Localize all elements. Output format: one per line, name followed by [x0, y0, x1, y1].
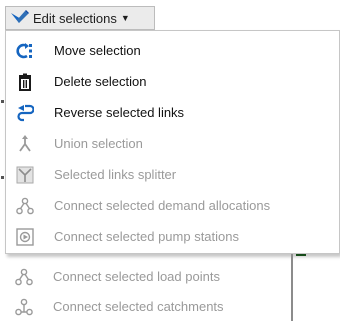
menu-item-move-selection[interactable]: Move selection [6, 35, 339, 66]
background-fragment [1, 176, 4, 179]
edit-selections-button[interactable]: Edit selections ▼ [5, 6, 155, 30]
menu-item-union-selection[interactable]: Union selection [6, 128, 339, 159]
menu-item-connect-load-points[interactable]: Connect selected load points [5, 262, 285, 292]
splitter-icon [16, 166, 34, 184]
connect-nodes-icon [16, 197, 34, 215]
menu-item-connect-catchments[interactable]: Connect selected catchments [5, 292, 285, 321]
menu-item-label: Delete selection [54, 74, 147, 89]
catchment-icon [15, 298, 33, 316]
move-selection-icon [16, 42, 34, 60]
menu-item-label: Selected links splitter [54, 167, 177, 182]
trash-icon [16, 73, 34, 91]
menu-item-label: Connect selected catchments [53, 299, 224, 314]
caret-down-icon: ▼ [120, 13, 130, 23]
menu-item-label: Connect selected load points [53, 269, 220, 284]
pump-station-icon [16, 228, 34, 246]
menu-item-label: Union selection [54, 136, 143, 151]
reverse-arrow-icon [16, 104, 35, 122]
union-icon [16, 135, 34, 153]
menu-item-connect-demand-allocations[interactable]: Connect selected demand allocations [6, 190, 339, 221]
menu-item-label: Connect selected pump stations [54, 229, 239, 244]
lower-menu-fragment: Connect selected load points Connect sel… [5, 254, 295, 321]
menu-item-label: Connect selected demand allocations [54, 198, 271, 213]
menu-item-reverse-selected-links[interactable]: Reverse selected links [6, 97, 339, 128]
menu-item-delete-selection[interactable]: Delete selection [6, 66, 339, 97]
menu-item-selected-links-splitter[interactable]: Selected links splitter [6, 159, 339, 190]
edit-selection-icon [10, 10, 30, 26]
connect-nodes-icon [15, 268, 33, 286]
app-stage: Edit selections ▼ Move selection Delete … [0, 0, 340, 321]
menu-item-label: Reverse selected links [54, 105, 185, 120]
background-fragment [1, 100, 4, 103]
edit-selections-menu: Move selection Delete selection Reverse … [5, 30, 340, 254]
edit-selections-label: Edit selections [33, 10, 117, 26]
panel-divider [291, 254, 293, 321]
menu-item-label: Move selection [54, 43, 141, 58]
menu-item-connect-pump-stations[interactable]: Connect selected pump stations [6, 221, 339, 252]
